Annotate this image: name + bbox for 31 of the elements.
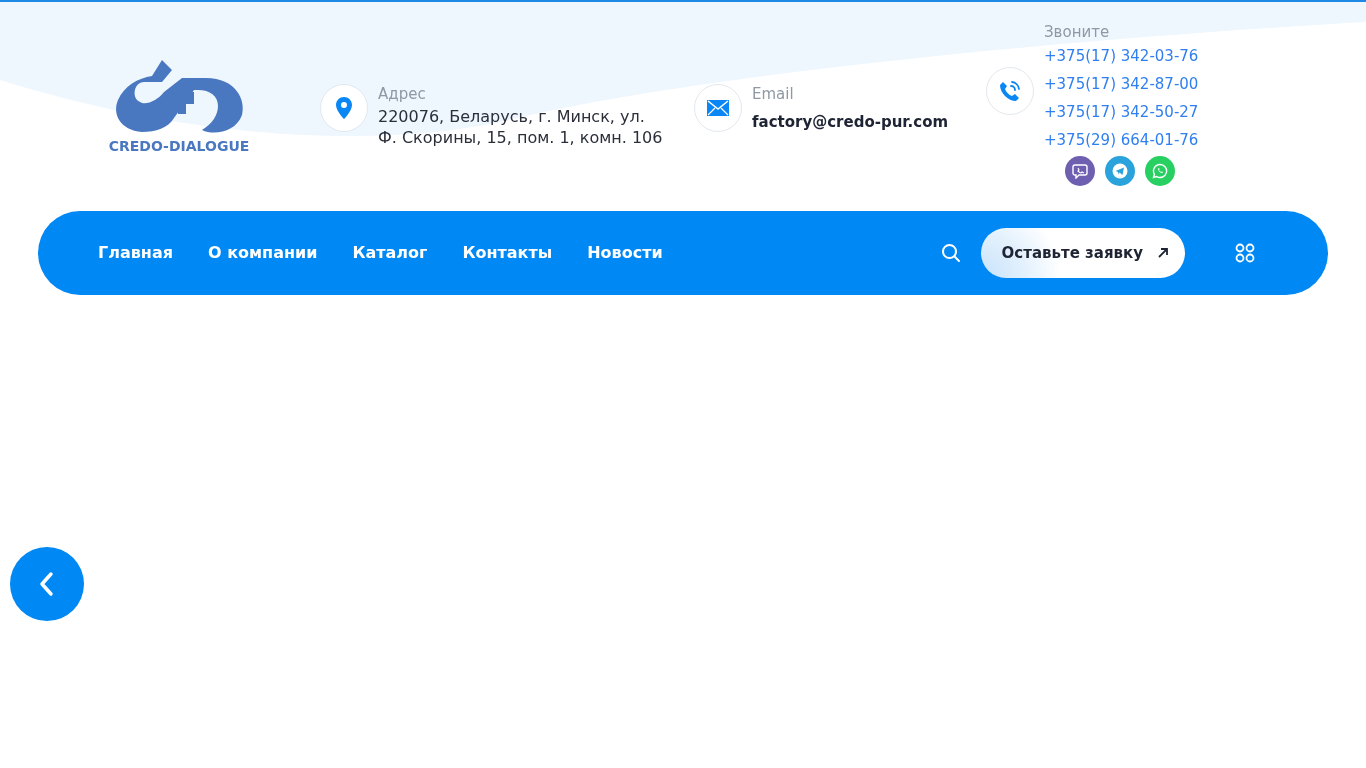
search-button[interactable] xyxy=(940,243,961,263)
phone-link[interactable]: +375(17) 342-03-76 xyxy=(1044,42,1199,70)
contact-label: Звоните xyxy=(1044,22,1111,42)
contact-label: Email xyxy=(752,84,795,104)
chat-phone-icon xyxy=(1072,163,1088,179)
request-button[interactable]: Оставьте заявку xyxy=(980,228,1185,278)
address-text: Ф. Скорины, 15, пом. 1, комн. 106 xyxy=(378,127,663,148)
address-text: 220076, Беларусь, г. Минск, ул. xyxy=(378,106,646,127)
search-icon xyxy=(940,243,961,263)
nav-link[interactable]: О компании xyxy=(207,241,318,265)
arrow-up-right-icon xyxy=(1157,247,1169,259)
viber-button[interactable] xyxy=(1065,156,1095,186)
location-pin-icon xyxy=(336,97,352,119)
grid-icon xyxy=(1235,243,1255,263)
paper-plane-icon xyxy=(1112,163,1128,179)
nav-link[interactable]: Главная xyxy=(98,241,173,265)
telegram-button[interactable] xyxy=(1105,156,1135,186)
phone-icon xyxy=(999,80,1021,102)
phone-link[interactable]: +375(17) 342-87-00 xyxy=(1044,70,1199,98)
nav-link[interactable]: Новости xyxy=(587,241,663,265)
contact-label: Адрес xyxy=(378,84,427,104)
grid-menu-button[interactable] xyxy=(1235,243,1255,263)
phone-link[interactable]: +375(29) 664-01-76 xyxy=(1044,126,1199,154)
whatsapp-button[interactable] xyxy=(1145,156,1175,186)
phone-link[interactable]: +375(17) 342-50-27 xyxy=(1044,98,1199,126)
envelope-icon xyxy=(707,100,729,116)
nav-link[interactable]: Каталог xyxy=(352,241,428,265)
nav-link[interactable]: Контакты xyxy=(462,241,553,265)
logo-text: CREDO-DIALOGUE xyxy=(107,137,251,156)
phone-bubble-icon xyxy=(1152,163,1168,179)
email-text: factory@credo-pur.com xyxy=(752,112,949,133)
